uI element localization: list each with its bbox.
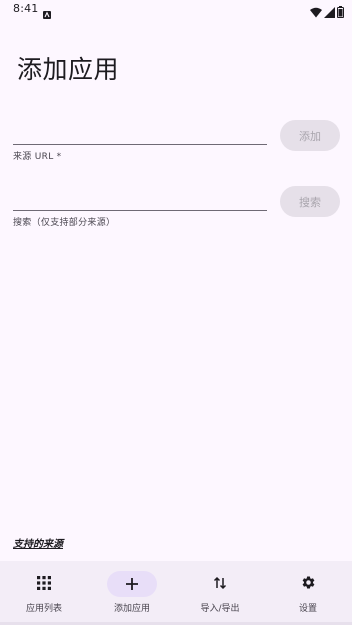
search-input[interactable]: [13, 187, 267, 211]
status-bar: 8:41: [0, 0, 352, 20]
nav-indicator-active: [107, 571, 157, 597]
grid-icon: [37, 575, 51, 594]
source-url-input[interactable]: [13, 121, 267, 145]
nav-label: 设置: [298, 604, 317, 614]
nav-indicator: [195, 571, 245, 597]
nav-label: 应用列表: [25, 604, 62, 614]
page-title: 添加应用: [17, 55, 120, 84]
supported-sources-link[interactable]: 支持的来源: [13, 535, 63, 550]
nav-label: 导入/导出: [200, 604, 240, 614]
nav-label: 添加应用: [113, 604, 150, 614]
signal-icon: [324, 3, 335, 22]
nav-item-app-list[interactable]: 应用列表: [0, 561, 88, 625]
nav-item-add-app[interactable]: 添加应用: [88, 561, 176, 625]
nav-indicator: [283, 571, 333, 597]
source-url-label: 来源 URL *: [13, 152, 62, 162]
plus-icon: [126, 575, 138, 594]
search-button[interactable]: 搜索: [280, 186, 340, 217]
search-field: 搜索（仅支持部分来源）: [13, 187, 267, 228]
notification-icon: [43, 4, 51, 23]
battery-icon: [337, 3, 344, 22]
gear-icon: [301, 575, 316, 594]
swap-vertical-icon: [213, 575, 227, 594]
nav-indicator: [19, 571, 69, 597]
search-label: 搜索（仅支持部分来源）: [13, 218, 116, 228]
bottom-nav: 应用列表 添加应用 导入/导出 设置: [0, 561, 352, 625]
nav-item-import-export[interactable]: 导入/导出: [176, 561, 264, 625]
status-icons: [310, 3, 344, 22]
add-button[interactable]: 添加: [280, 120, 340, 151]
wifi-icon: [310, 3, 322, 22]
source-url-field: 来源 URL *: [13, 121, 267, 162]
nav-item-settings[interactable]: 设置: [264, 561, 352, 625]
status-time: 8:41: [13, 2, 39, 15]
